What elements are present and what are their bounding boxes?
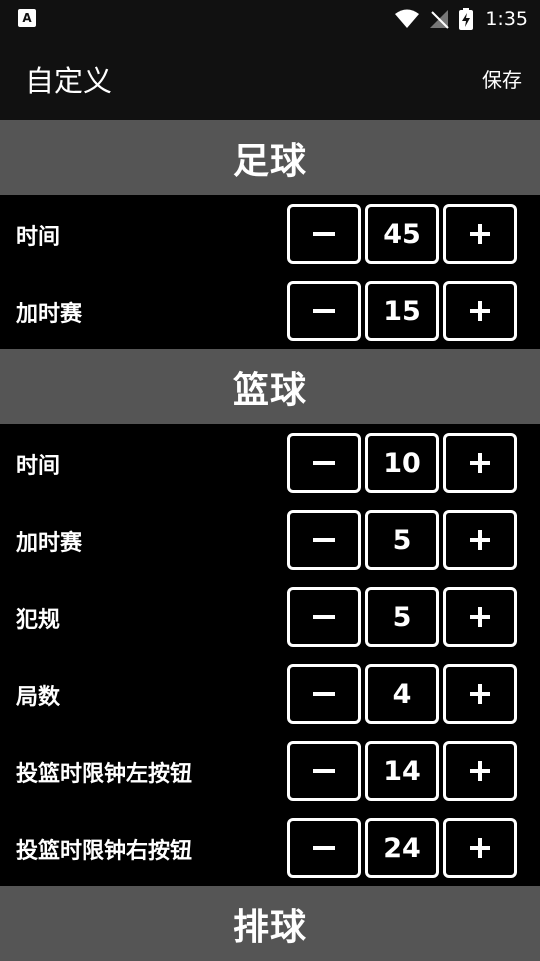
minus-icon — [313, 692, 335, 696]
setting-row: 时间 45 — [0, 195, 540, 272]
value-display: 4 — [365, 664, 439, 724]
value-display: 15 — [365, 281, 439, 341]
section-header-football: 足球 — [0, 120, 540, 195]
stepper: 5 — [287, 510, 517, 570]
stepper: 15 — [287, 281, 517, 341]
setting-row: 加时赛 5 — [0, 501, 540, 578]
plus-icon — [470, 224, 490, 244]
section-header-volleyball: 排球 — [0, 886, 540, 961]
plus-icon — [470, 761, 490, 781]
setting-label: 犯规 — [16, 608, 61, 633]
wifi-icon — [395, 9, 420, 28]
app-bar: 自定义 保存 — [0, 38, 540, 120]
setting-row: 犯规 5 — [0, 578, 540, 655]
setting-row: 投篮时限钟左按钮 14 — [0, 732, 540, 809]
increment-button[interactable] — [443, 587, 517, 647]
stepper: 45 — [287, 204, 517, 264]
increment-button[interactable] — [443, 204, 517, 264]
stepper: 14 — [287, 741, 517, 801]
setting-row: 时间 10 — [0, 424, 540, 501]
setting-row: 加时赛 15 — [0, 272, 540, 349]
battery-charging-icon — [459, 8, 474, 30]
settings-list: 足球 时间 45 加时赛 15 篮球 时间 10 加时赛 5 犯规 5 局数 4… — [0, 120, 540, 961]
decrement-button[interactable] — [287, 204, 361, 264]
setting-label: 局数 — [16, 685, 61, 710]
value-display: 45 — [365, 204, 439, 264]
decrement-button[interactable] — [287, 510, 361, 570]
setting-label: 加时赛 — [16, 302, 83, 327]
status-icons: 1:35 — [395, 0, 528, 38]
setting-row: 投篮时限钟右按钮 24 — [0, 809, 540, 886]
setting-row: 局数 4 — [0, 655, 540, 732]
decrement-button[interactable] — [287, 818, 361, 878]
status-bar: A 1:35 — [0, 0, 540, 38]
minus-icon — [313, 309, 335, 313]
minus-icon — [313, 461, 335, 465]
status-time: 1:35 — [485, 8, 528, 30]
plus-icon — [470, 838, 490, 858]
minus-icon — [313, 846, 335, 850]
notification-a-icon: A — [18, 9, 36, 27]
increment-button[interactable] — [443, 664, 517, 724]
plus-icon — [470, 530, 490, 550]
plus-icon — [470, 607, 490, 627]
setting-label: 加时赛 — [16, 531, 83, 556]
decrement-button[interactable] — [287, 433, 361, 493]
value-display: 10 — [365, 433, 439, 493]
plus-icon — [470, 453, 490, 473]
setting-label: 投篮时限钟右按钮 — [16, 839, 193, 864]
stepper: 5 — [287, 587, 517, 647]
increment-button[interactable] — [443, 433, 517, 493]
decrement-button[interactable] — [287, 281, 361, 341]
stepper: 4 — [287, 664, 517, 724]
minus-icon — [313, 232, 335, 236]
value-display: 14 — [365, 741, 439, 801]
decrement-button[interactable] — [287, 587, 361, 647]
stepper: 10 — [287, 433, 517, 493]
value-display: 24 — [365, 818, 439, 878]
plus-icon — [470, 684, 490, 704]
decrement-button[interactable] — [287, 664, 361, 724]
save-button[interactable]: 保存 — [482, 64, 522, 93]
setting-label: 时间 — [16, 454, 61, 479]
increment-button[interactable] — [443, 818, 517, 878]
value-display: 5 — [365, 510, 439, 570]
page-title: 自定义 — [25, 64, 113, 98]
plus-icon — [470, 301, 490, 321]
increment-button[interactable] — [443, 741, 517, 801]
no-signal-icon — [430, 10, 450, 29]
increment-button[interactable] — [443, 281, 517, 341]
setting-label: 时间 — [16, 225, 61, 250]
setting-label: 投篮时限钟左按钮 — [16, 762, 193, 787]
minus-icon — [313, 538, 335, 542]
stepper: 24 — [287, 818, 517, 878]
minus-icon — [313, 769, 335, 773]
decrement-button[interactable] — [287, 741, 361, 801]
minus-icon — [313, 615, 335, 619]
value-display: 5 — [365, 587, 439, 647]
section-header-basketball: 篮球 — [0, 349, 540, 424]
increment-button[interactable] — [443, 510, 517, 570]
